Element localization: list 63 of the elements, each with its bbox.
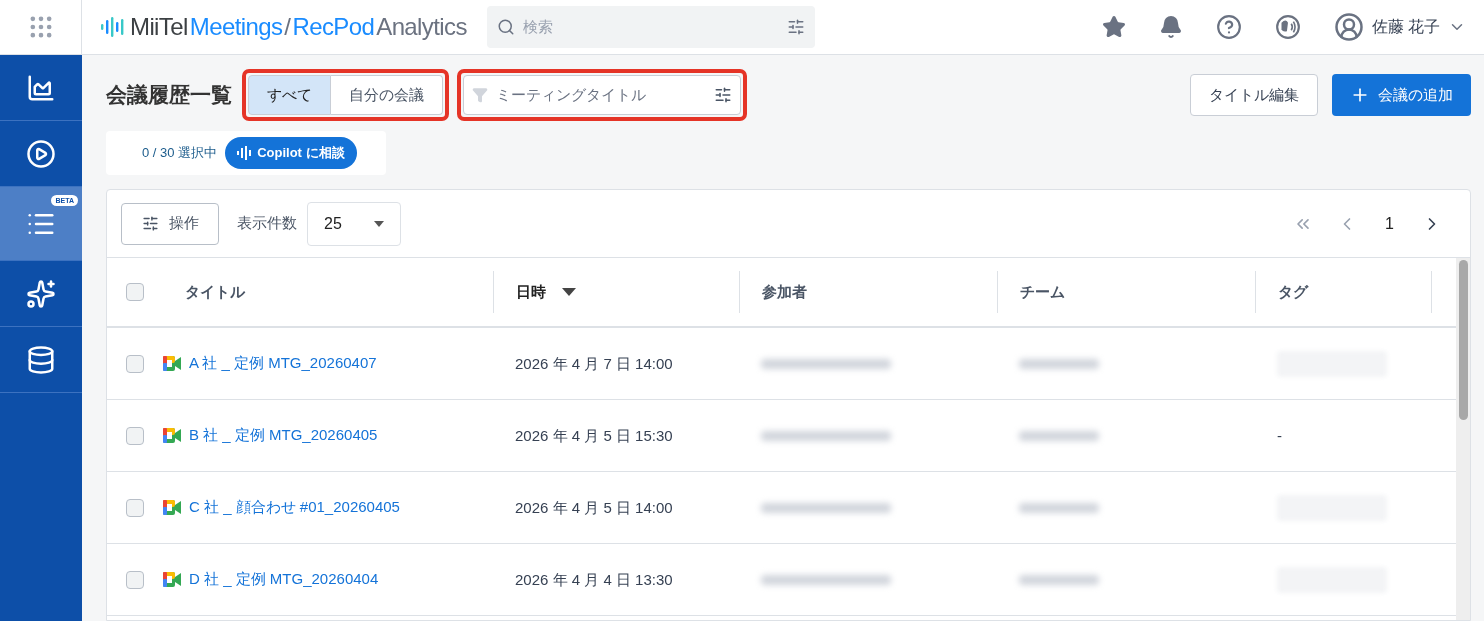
selection-count: 0 / 30 選択中 [142, 144, 218, 163]
logo-text: MiiTel [130, 12, 188, 42]
meeting-datetime: 2026 年 4 月 7 日 14:00 [515, 354, 673, 372]
help-icon[interactable] [1215, 14, 1242, 40]
column-header[interactable]: タイトル [185, 280, 245, 304]
add-meeting-button[interactable]: 会議の追加 [1332, 74, 1471, 116]
sliders-icon[interactable] [786, 18, 805, 36]
logo-text: Analytics [376, 12, 467, 42]
logo-text: / [284, 12, 291, 42]
actions-button[interactable]: 操作 [121, 202, 219, 245]
star-icon[interactable] [1101, 15, 1126, 39]
search-icon [496, 18, 515, 36]
avatar-icon[interactable] [1333, 12, 1364, 42]
speaking-head-icon[interactable] [1274, 14, 1301, 40]
database-icon [26, 344, 56, 375]
meeting-datetime: 2026 年 4 月 5 日 15:30 [515, 426, 673, 444]
scrollbar-thumb[interactable] [1458, 260, 1468, 420]
sound-bars-icon [237, 146, 254, 160]
meeting-datetime: 2026 年 4 月 4 日 13:30 [515, 570, 673, 588]
meeting-datetime: 2026 年 4 月 5 日 14:00 [515, 498, 673, 516]
column-header[interactable]: 日時 [516, 280, 546, 304]
scrollbar[interactable] [1456, 258, 1470, 620]
row-checkbox[interactable] [126, 426, 144, 445]
row-checkbox[interactable] [126, 498, 144, 517]
search-input[interactable]: 検索 [522, 15, 779, 39]
logo-text: RecPod [292, 12, 375, 42]
video-camera-icon [163, 428, 181, 443]
page-size-select[interactable]: 25 [307, 201, 401, 246]
meeting-title-link[interactable]: D 社 _ 定例 MTG_20260404 [189, 568, 379, 591]
meeting-title-link[interactable]: B 社 _ 定例 MTG_20260405 [189, 424, 378, 447]
column-header[interactable]: 参加者 [762, 280, 807, 304]
edit-title-button[interactable]: タイトル編集 [1190, 74, 1318, 116]
meeting-title-link[interactable]: C 社 _ 顔合わせ #01_20260405 [189, 496, 400, 519]
video-camera-icon [163, 500, 181, 515]
column-header[interactable]: チーム [1020, 280, 1065, 304]
select-all-checkbox[interactable] [126, 283, 144, 301]
search-field[interactable]: 検索 [486, 6, 815, 48]
scope-tab[interactable]: 自分の会議 [331, 75, 443, 115]
bell-icon[interactable] [1158, 15, 1183, 39]
filter-icon [472, 87, 488, 103]
row-checkbox[interactable] [126, 570, 144, 589]
copilot-button[interactable]: Copilot に相談 [225, 137, 357, 169]
row-checkbox[interactable] [126, 354, 144, 373]
meeting-title-link[interactable]: A 社 _ 定例 MTG_20260407 [189, 352, 377, 375]
caret-down-icon [374, 220, 384, 227]
sparkle-icon [26, 278, 56, 309]
title-filter-input[interactable]: ミーティングタイトル [496, 83, 706, 107]
sort-caret-icon[interactable] [562, 288, 576, 296]
logo-text: Meetings [189, 12, 283, 42]
scope-tab[interactable]: すべて [248, 75, 331, 115]
video-camera-icon [163, 356, 181, 371]
column-header[interactable]: タグ [1278, 280, 1308, 304]
title-filter-field[interactable]: ミーティングタイトル [463, 75, 741, 115]
page-size-label: 表示件数 [237, 213, 297, 234]
sliders-icon [141, 215, 159, 232]
user-name[interactable]: 佐藤 花子 [1371, 15, 1440, 39]
sliders-icon[interactable] [714, 86, 732, 104]
video-camera-icon [163, 572, 181, 587]
page-number[interactable]: 1 [1381, 211, 1398, 236]
logo-bars-icon [100, 15, 124, 39]
play-icon [26, 138, 56, 169]
page-title: 会議履歴一覧 [106, 82, 232, 109]
tag-text: - [1277, 426, 1282, 444]
